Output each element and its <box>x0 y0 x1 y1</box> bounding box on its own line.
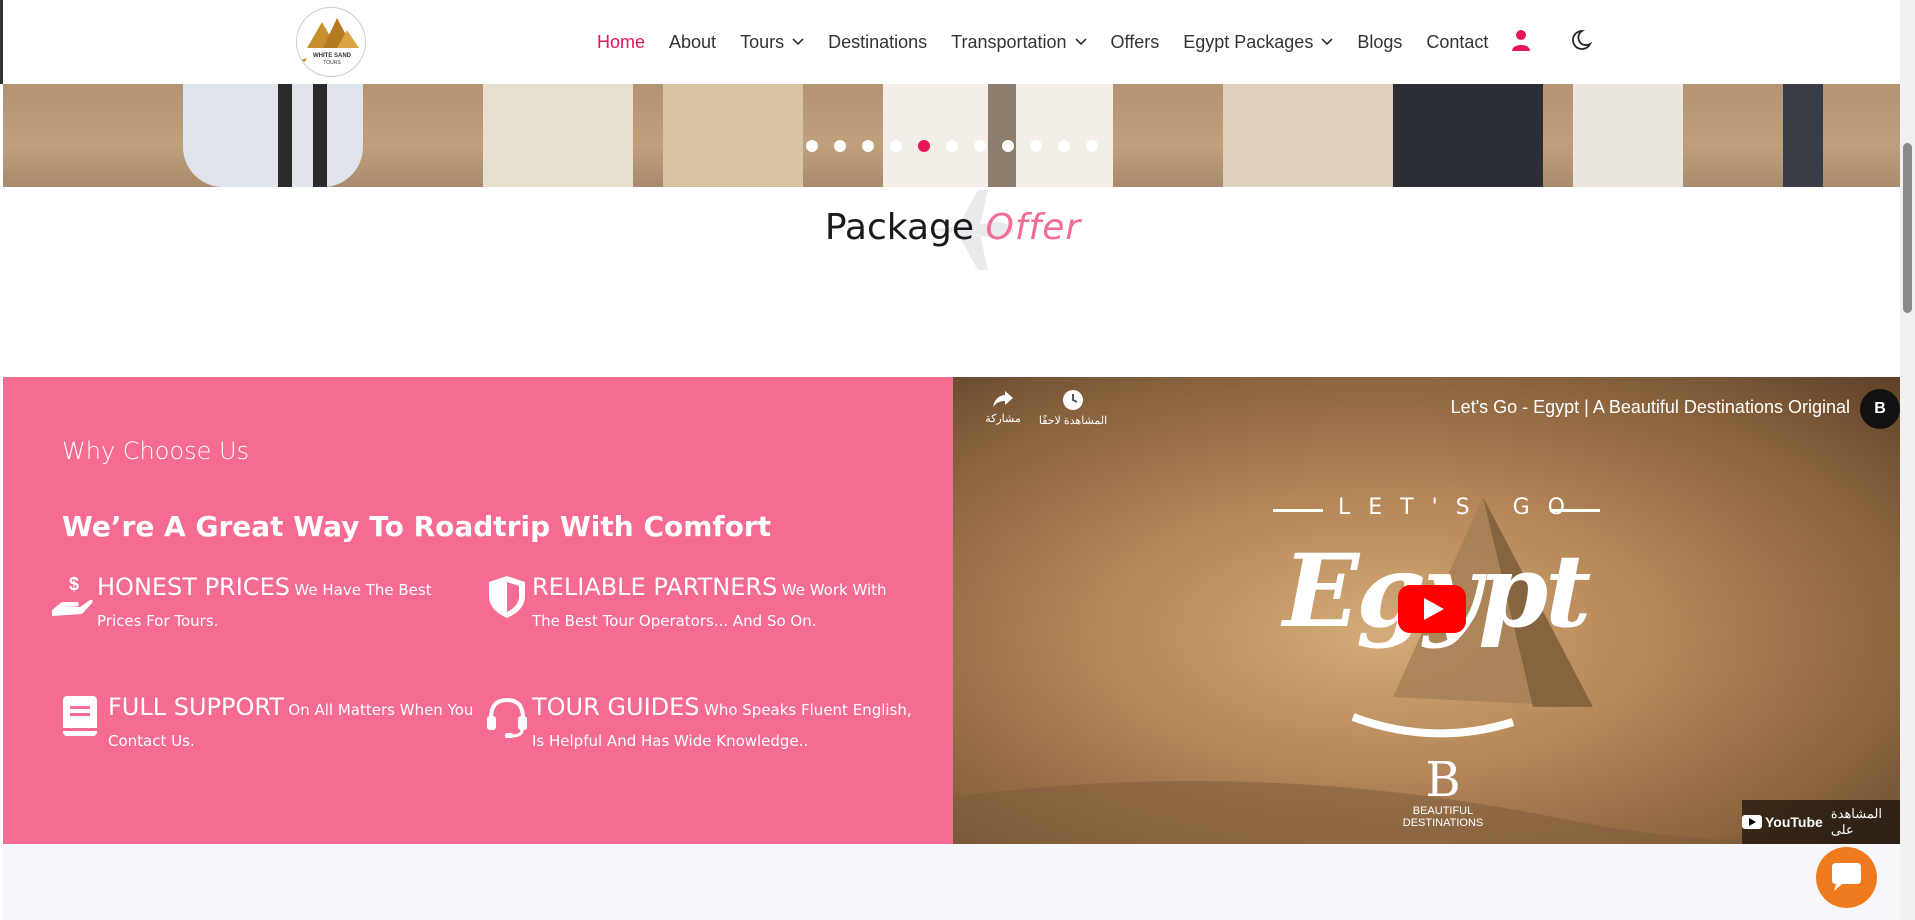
divider-line <box>1273 509 1323 512</box>
nav-item-destinations[interactable]: Destinations <box>828 32 927 53</box>
slider-dot[interactable] <box>890 140 902 152</box>
user-icon[interactable] <box>1509 28 1533 52</box>
why-heading: We’re A Great Way To Roadtrip With Comfo… <box>62 510 772 543</box>
nav-item-transportation[interactable]: Transportation <box>951 32 1087 53</box>
overlay-lets-go: LET'S GO <box>1338 495 1583 520</box>
slider-dot[interactable] <box>918 140 930 152</box>
nav-item-offers[interactable]: Offers <box>1111 32 1160 53</box>
nav-item-egypt-packages[interactable]: Egypt Packages <box>1183 32 1333 53</box>
feature-title: RELIABLE PARTNERS <box>532 573 778 601</box>
svg-text:WHITE SAND: WHITE SAND <box>313 53 352 59</box>
package-title-main: Package <box>824 207 975 248</box>
slider-dot[interactable] <box>1086 140 1098 152</box>
chevron-down-icon <box>1321 38 1333 46</box>
slider-dot[interactable] <box>946 140 958 152</box>
watch-later-button[interactable]: المشاهدة لاحقًا <box>1038 389 1108 427</box>
chevron-down-icon <box>1074 38 1087 46</box>
pyramids-logo-icon: WHITE SAND TOURS <box>301 18 359 66</box>
page-scrollbar[interactable] <box>1900 0 1915 920</box>
why-eyebrow: Why Choose Us <box>62 437 250 465</box>
headset-icon <box>487 697 527 738</box>
slider-dot[interactable] <box>806 140 818 152</box>
next-section-background <box>3 844 1900 920</box>
clock-icon <box>1063 390 1083 410</box>
watch-on-youtube-button[interactable]: YouTube المشاهدة على <box>1742 800 1900 844</box>
feature-title: FULL SUPPORT <box>108 693 284 721</box>
brand-logo[interactable]: WHITE SAND TOURS <box>296 7 366 77</box>
chevron-down-icon <box>792 38 804 46</box>
nav-item-about[interactable]: About <box>669 32 716 53</box>
slider-dot[interactable] <box>1030 140 1042 152</box>
book-icon <box>63 696 97 736</box>
chat-button[interactable] <box>1816 847 1877 908</box>
feature-title: TOUR GUIDES <box>532 693 700 721</box>
slider-dots <box>806 140 1114 152</box>
top-navbar: WHITE SAND TOURS Home About Tours Destin… <box>0 0 1900 84</box>
share-icon <box>993 391 1013 407</box>
section-title-package-offer: Package Offer <box>0 207 1906 248</box>
share-button[interactable]: مشاركة <box>968 389 1038 425</box>
slider-dot[interactable] <box>1002 140 1014 152</box>
slider-dot[interactable] <box>1058 140 1070 152</box>
package-title-accent: Offer <box>985 207 1082 248</box>
youtube-video-embed[interactable]: مشاركة المشاهدة لاحقًا Let's Go - Egypt … <box>953 377 1900 844</box>
feature-title: HONEST PRICES <box>97 573 290 601</box>
nav-item-blogs[interactable]: Blogs <box>1357 32 1402 53</box>
hand-dollar-icon: $ <box>52 574 93 616</box>
chat-bubble-icon <box>1832 863 1861 891</box>
nav-links: Home About Tours Destinations Transporta… <box>597 0 1512 84</box>
why-choose-us-panel: Why Choose Us We’re A Great Way To Roadt… <box>3 377 953 844</box>
play-button[interactable] <box>1398 585 1466 633</box>
nav-item-contact[interactable]: Contact <box>1426 32 1488 53</box>
svg-text:TOURS: TOURS <box>323 60 341 66</box>
shield-icon <box>489 576 525 618</box>
nav-item-home[interactable]: Home <box>597 32 645 53</box>
hero-slider-image <box>3 84 1900 187</box>
svg-text:$: $ <box>69 574 79 594</box>
beautiful-destinations-logo: B BEAUTIFUL DESTINATIONS <box>1402 752 1484 829</box>
youtube-logo-icon: YouTube <box>1742 814 1823 830</box>
channel-avatar[interactable]: B <box>1860 389 1900 429</box>
nav-item-tours[interactable]: Tours <box>740 32 804 53</box>
slider-dot[interactable] <box>974 140 986 152</box>
slider-dot[interactable] <box>862 140 874 152</box>
divider-line <box>1550 509 1600 512</box>
video-title[interactable]: Let's Go - Egypt | A Beautiful Destinati… <box>1451 397 1850 418</box>
slider-dot[interactable] <box>834 140 846 152</box>
moon-icon[interactable] <box>1572 28 1596 52</box>
